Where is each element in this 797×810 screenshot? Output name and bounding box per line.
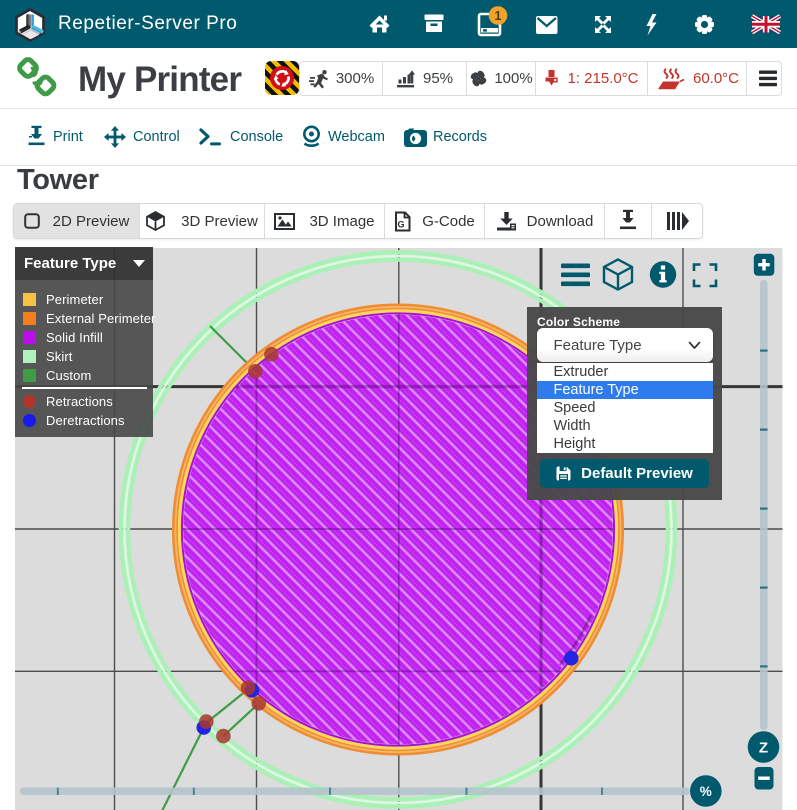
svg-text:1: 1 [495,9,502,23]
svg-text:Z: Z [759,740,768,757]
svg-text:%: % [700,784,712,799]
svg-text:G: G [398,219,405,229]
